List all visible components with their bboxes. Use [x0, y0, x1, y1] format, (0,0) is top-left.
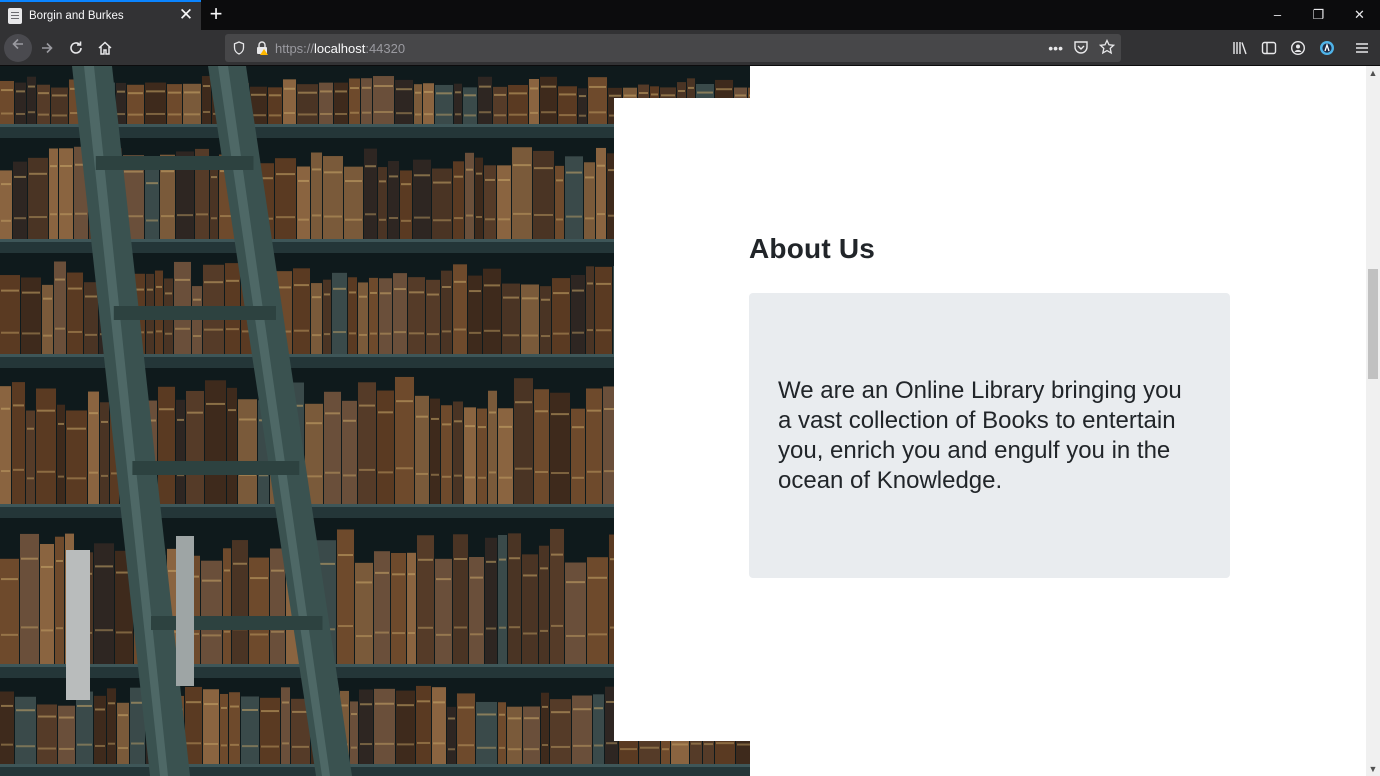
tab-active[interactable]: Borgin and Burkes ✕ — [0, 0, 201, 30]
page-icon — [8, 8, 22, 24]
pocket-icon[interactable] — [1073, 39, 1089, 58]
tab-strip: Borgin and Burkes ✕ + – ❐ ✕ — [0, 0, 1380, 30]
about-card: We are an Online Library bringing you a … — [749, 293, 1230, 578]
back-icon[interactable] — [4, 34, 32, 62]
forward-icon[interactable] — [33, 34, 61, 62]
url-bar[interactable]: https://localhost:44320 ••• — [225, 34, 1121, 62]
page-actions: ••• — [1048, 34, 1116, 62]
toolbar-right — [1225, 34, 1380, 62]
menu-icon[interactable] — [1347, 34, 1376, 62]
url-scheme: https:// — [275, 40, 315, 56]
reload-icon[interactable] — [62, 34, 90, 62]
account-icon[interactable] — [1283, 34, 1312, 62]
about-panel-top — [750, 66, 1366, 98]
library-icon[interactable] — [1225, 34, 1254, 62]
scroll-thumb[interactable] — [1368, 269, 1378, 379]
minimize-button[interactable]: – — [1257, 0, 1298, 30]
shield-icon[interactable] — [233, 41, 245, 55]
home-icon[interactable] — [91, 34, 119, 62]
plus-icon[interactable]: + — [203, 3, 229, 27]
url-port: :44320 — [365, 40, 406, 56]
close-icon[interactable]: ✕ — [175, 5, 197, 27]
about-heading: About Us — [749, 233, 876, 264]
window-close-button[interactable]: ✕ — [1339, 0, 1380, 30]
page-scrollbar[interactable]: ▲ ▼ — [1366, 66, 1380, 776]
url-text[interactable]: https://localhost:44320 — [275, 41, 405, 56]
navigation-toolbar: https://localhost:44320 ••• — [0, 30, 1380, 66]
about-panel-bottom — [750, 741, 1366, 776]
about-text: We are an Online Library bringing you a … — [778, 376, 1182, 494]
scroll-up-arrow[interactable]: ▲ — [1366, 66, 1380, 80]
lock-warning-icon[interactable] — [255, 41, 269, 55]
page-viewport: About Us We are an Online Library bringi… — [0, 66, 1380, 776]
window-controls: – ❐ ✕ — [1257, 0, 1380, 30]
url-host: localhost — [314, 40, 366, 56]
bookmark-star-icon[interactable] — [1098, 38, 1116, 58]
extension-icon[interactable] — [1312, 34, 1341, 62]
scroll-down-arrow[interactable]: ▼ — [1366, 762, 1380, 776]
page-actions-button[interactable]: ••• — [1048, 40, 1063, 56]
sidebar-icon[interactable] — [1254, 34, 1283, 62]
tab-title: Borgin and Burkes — [29, 10, 124, 22]
restore-button[interactable]: ❐ — [1298, 0, 1339, 30]
